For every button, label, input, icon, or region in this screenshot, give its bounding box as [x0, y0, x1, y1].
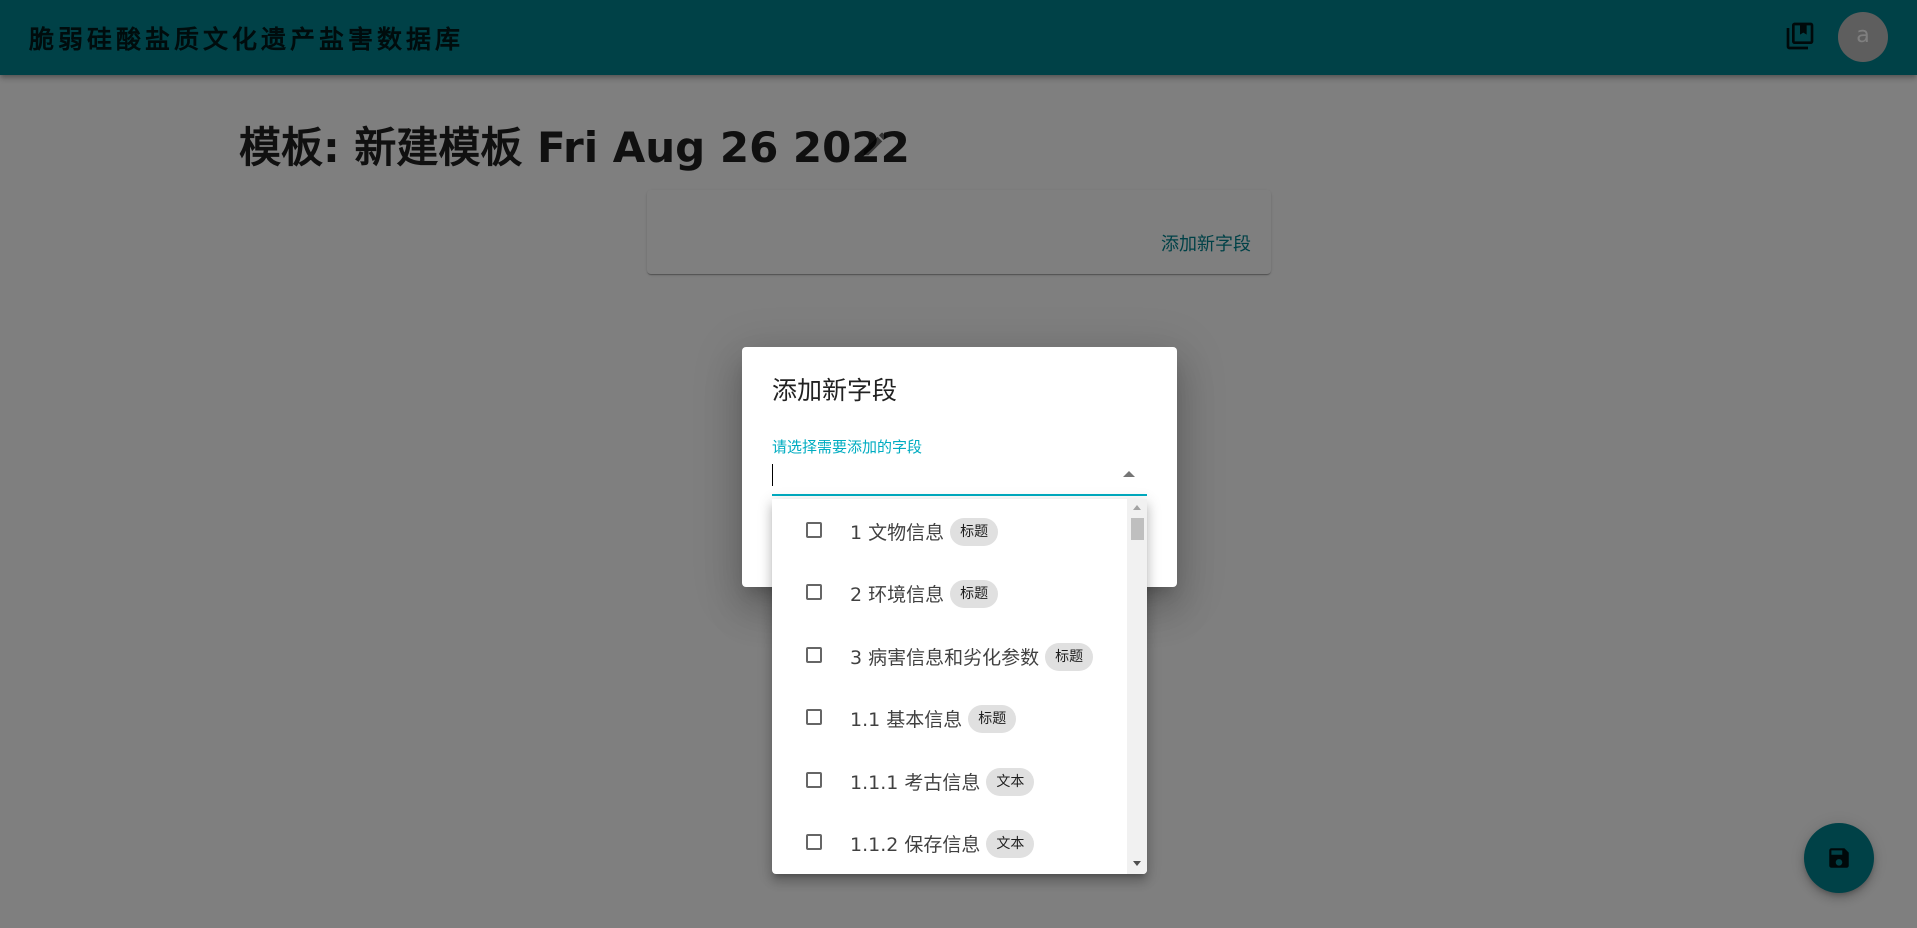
dialog-title: 添加新字段 — [772, 376, 898, 405]
option-item[interactable]: 1.1.2 保存信息 文本 — [772, 811, 1127, 873]
option-label: 1.1.1 考古信息 — [850, 772, 981, 794]
checkbox-blank-icon[interactable] — [806, 709, 822, 725]
field-options-menu: 1 文物信息 标题 2 环境信息 标题 3 病害信息和劣化参数 标题 1.1 基本信息… — [772, 499, 1147, 874]
checkbox-blank-icon[interactable] — [806, 834, 822, 850]
checkbox-blank-icon[interactable] — [806, 647, 822, 663]
text-caret — [772, 464, 773, 486]
field-type-chip: 文本 — [986, 767, 1035, 796]
option-label: 1.1 基本信息 — [850, 709, 963, 731]
option-item[interactable]: 2 环境信息 标题 — [772, 561, 1127, 623]
option-item[interactable]: 1.1.1 考古信息 文本 — [772, 749, 1127, 811]
field-type-chip: 文本 — [986, 829, 1035, 858]
option-item[interactable]: 1 文物信息 标题 — [772, 499, 1127, 561]
checkbox-blank-icon[interactable] — [806, 522, 822, 538]
option-item[interactable]: 1.1 基本信息 标题 — [772, 686, 1127, 748]
checkbox-blank-icon[interactable] — [806, 772, 822, 788]
scroll-down-arrow-icon[interactable] — [1133, 861, 1141, 866]
option-label: 3 病害信息和劣化参数 — [850, 647, 1040, 669]
field-select-label: 请选择需要添加的字段 — [772, 438, 923, 456]
scroll-up-arrow-icon[interactable] — [1133, 505, 1141, 510]
field-type-chip: 标题 — [1045, 642, 1094, 671]
field-type-chip: 标题 — [950, 517, 999, 546]
option-label: 2 环境信息 — [850, 584, 945, 606]
menu-scrollbar[interactable] — [1127, 499, 1147, 874]
option-item[interactable]: 3 病害信息和劣化参数 标题 — [772, 624, 1127, 686]
menu-up-icon[interactable] — [1123, 471, 1135, 477]
field-type-chip: 标题 — [968, 704, 1017, 733]
scrollbar-thumb[interactable] — [1131, 518, 1144, 540]
checkbox-blank-icon[interactable] — [806, 584, 822, 600]
option-label: 1 文物信息 — [850, 522, 945, 544]
field-type-chip: 标题 — [950, 579, 999, 608]
option-label: 1.1.2 保存信息 — [850, 834, 981, 856]
field-select-input[interactable] — [772, 459, 1147, 496]
